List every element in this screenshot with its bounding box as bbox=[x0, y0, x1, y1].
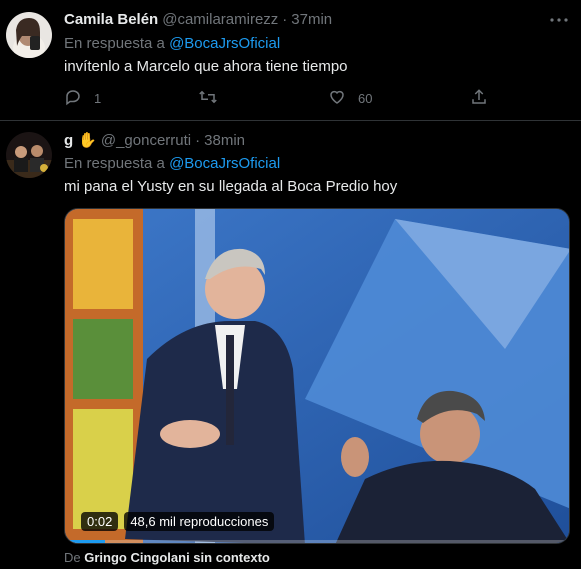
avatar-camila[interactable] bbox=[6, 12, 52, 58]
video-progress-bar[interactable] bbox=[65, 540, 569, 543]
retweet-icon bbox=[198, 88, 218, 109]
tweet-divider bbox=[0, 120, 581, 121]
video-frame bbox=[65, 209, 569, 543]
video-view-count: 48,6 mil reproducciones bbox=[124, 512, 275, 531]
separator-dot: · bbox=[282, 11, 288, 28]
reply-icon bbox=[64, 88, 82, 109]
video-progress-fill bbox=[65, 540, 106, 543]
reply-button[interactable]: 1 bbox=[64, 88, 101, 109]
video-player[interactable]: 0:02 48,6 mil reproducciones bbox=[64, 208, 570, 544]
tweet-actions: 1 60 bbox=[64, 88, 494, 108]
reply-context: En respuesta a @BocaJrsOficial bbox=[64, 35, 280, 52]
tweet-text: mi pana el Yusty en su llegada al Boca P… bbox=[64, 178, 398, 195]
timestamp[interactable]: 38min bbox=[204, 132, 245, 149]
reply-prefix: En respuesta a bbox=[64, 155, 165, 172]
reply-to-link[interactable]: @BocaJrsOficial bbox=[169, 155, 280, 172]
user-handle[interactable]: @_goncerruti bbox=[101, 132, 191, 149]
like-count: 60 bbox=[358, 91, 373, 106]
source-prefix: De bbox=[64, 550, 81, 565]
separator-dot: · bbox=[195, 131, 201, 149]
display-name[interactable]: Camila Belén bbox=[64, 11, 158, 28]
video-overlay: 0:02 48,6 mil reproducciones bbox=[81, 512, 275, 531]
video-source: De Gringo Cingolani sin contexto bbox=[64, 550, 270, 565]
reply-prefix: En respuesta a bbox=[64, 35, 165, 52]
reply-count: 1 bbox=[94, 91, 102, 106]
share-button[interactable] bbox=[470, 88, 488, 109]
heart-icon bbox=[328, 88, 346, 109]
tweet-header: Camila Belén @camilaramirezz · 37min bbox=[64, 11, 332, 28]
tweet-header: g ✋ @_goncerruti · 38min bbox=[64, 131, 245, 150]
video-elapsed-time: 0:02 bbox=[81, 512, 119, 531]
reply-context: En respuesta a @BocaJrsOficial bbox=[64, 155, 280, 172]
raised-hand-emoji: ✋ bbox=[78, 132, 97, 149]
user-handle[interactable]: @camilaramirezz bbox=[162, 11, 278, 28]
like-button[interactable]: 60 bbox=[328, 88, 372, 109]
share-icon bbox=[470, 88, 488, 109]
tweet-text: invítenlo a Marcelo que ahora tiene tiem… bbox=[64, 58, 348, 75]
more-dots-icon[interactable] bbox=[549, 10, 569, 30]
avatar-goncerruti[interactable] bbox=[6, 132, 52, 178]
reply-to-link[interactable]: @BocaJrsOficial bbox=[169, 35, 280, 52]
source-account-link[interactable]: Gringo Cingolani sin contexto bbox=[84, 550, 270, 565]
retweet-button[interactable] bbox=[198, 88, 230, 109]
timestamp[interactable]: 37min bbox=[291, 11, 332, 28]
display-name[interactable]: g bbox=[64, 132, 73, 149]
